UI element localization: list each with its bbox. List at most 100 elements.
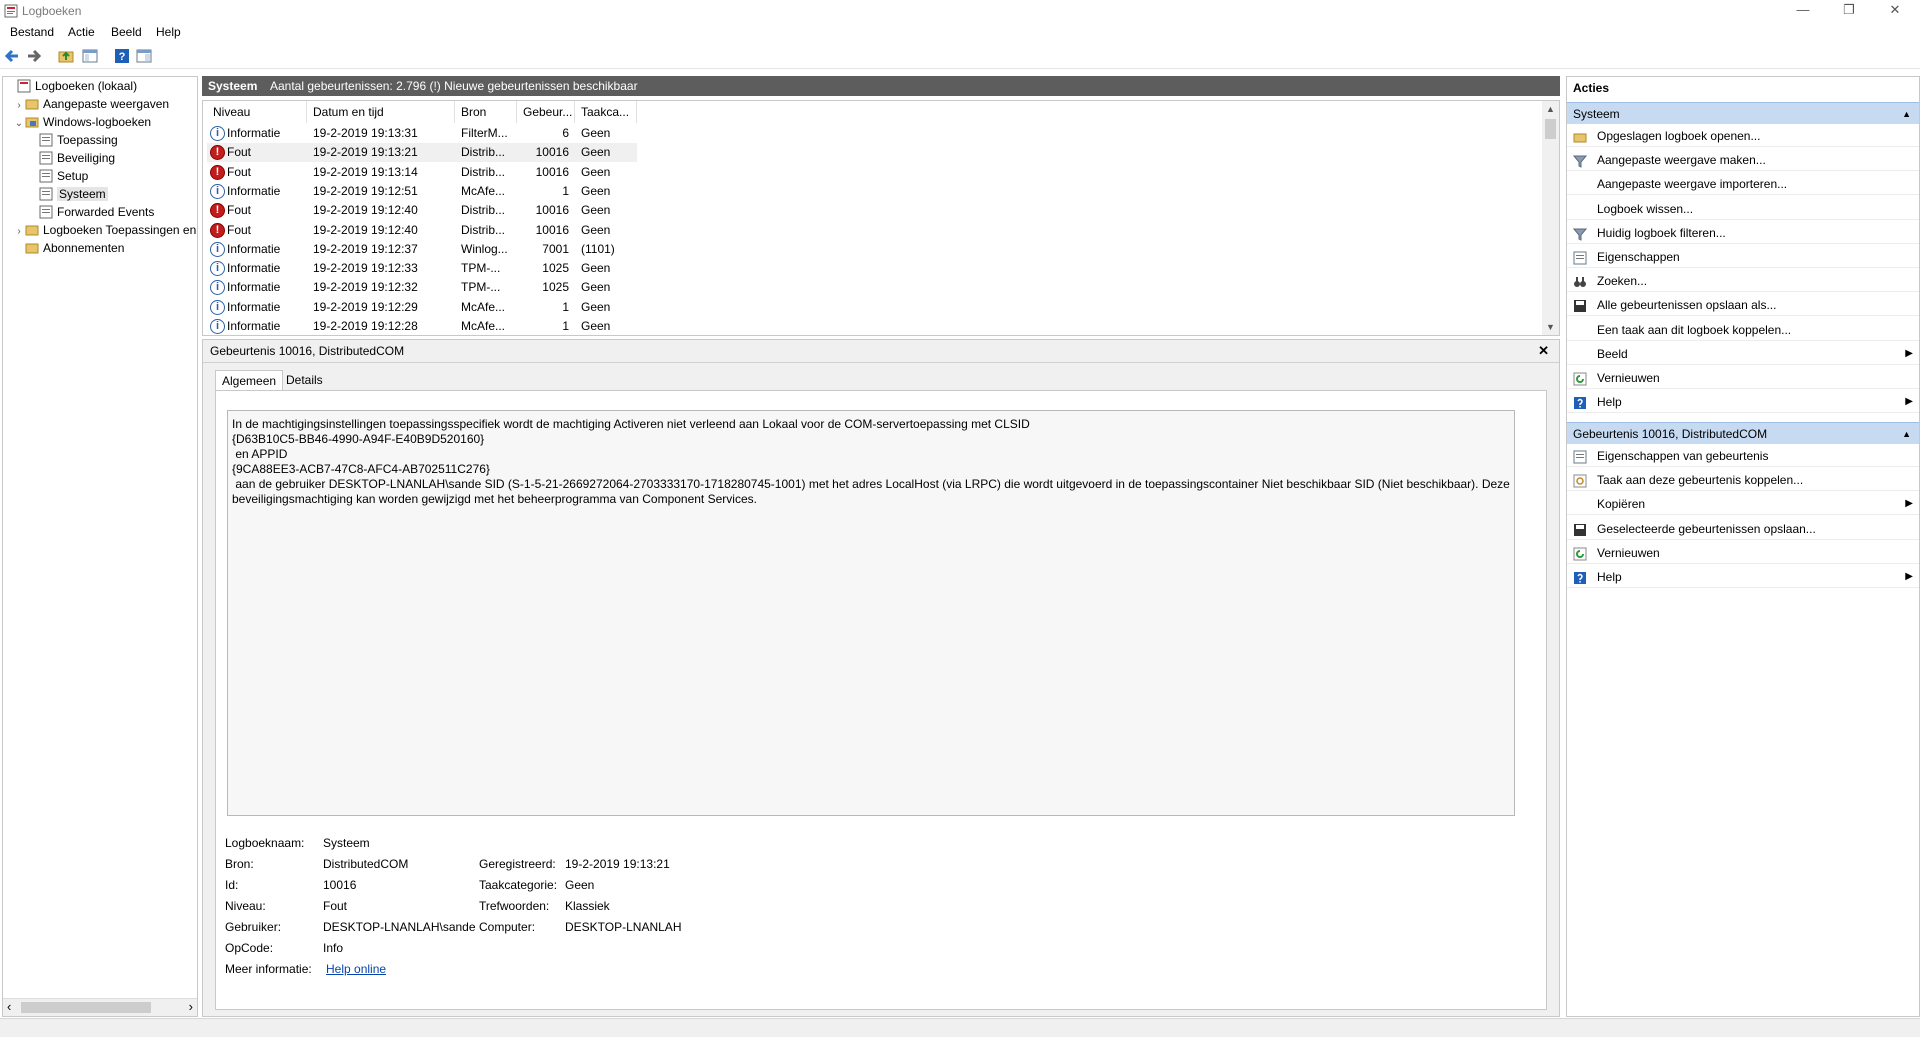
- tree-horizontal-scrollbar[interactable]: ‹ ›: [3, 998, 197, 1016]
- action-label: Eigenschappen: [1597, 250, 1680, 264]
- cell-level: Fout: [227, 145, 252, 160]
- table-row[interactable]: ! Fout 19-2-2019 19:13:14 Distrib... 10016 Ge…: [207, 163, 637, 182]
- action-item[interactable]: Alle gebeurtenissen opslaan als...: [1567, 294, 1919, 317]
- back-arrow-icon[interactable]: [4, 48, 20, 64]
- event-count: Aantal gebeurtenissen: 2.796 (!) Nieuwe …: [270, 79, 638, 93]
- action-label: Zoeken...: [1597, 274, 1648, 289]
- tree-node-subscriptions[interactable]: Abonnementen: [5, 239, 195, 257]
- cell-source: Distrib...: [461, 203, 506, 218]
- scroll-thumb[interactable]: [1545, 119, 1556, 139]
- table-row[interactable]: i Informatie 19-2-2019 19:12:37 Winlog... 70…: [207, 240, 637, 259]
- scroll-down-icon[interactable]: ▼: [1546, 322, 1555, 332]
- menu-bestand[interactable]: Bestand: [10, 25, 54, 39]
- action-item[interactable]: Aangepaste weergave maken...: [1567, 149, 1919, 172]
- table-row[interactable]: i Informatie 19-2-2019 19:12:33 TPM-... 1025…: [207, 259, 637, 278]
- minimize-button[interactable]: —: [1780, 0, 1826, 22]
- table-row[interactable]: ! Fout 19-2-2019 19:13:21 Distrib... 10016 Ge…: [207, 143, 637, 163]
- menu-actie[interactable]: Actie: [68, 25, 95, 39]
- action-item[interactable]: Help ▶: [1567, 391, 1919, 414]
- tab-algemeen[interactable]: Algemeen: [215, 370, 284, 391]
- events-vertical-scrollbar[interactable]: ▲ ▼: [1542, 101, 1559, 335]
- action-item[interactable]: Een taak aan dit logboek koppelen...: [1567, 319, 1919, 341]
- menu-beeld[interactable]: Beeld: [111, 25, 142, 39]
- restore-button[interactable]: ❐: [1826, 0, 1872, 22]
- tree-node-root[interactable]: Logboeken (lokaal): [5, 77, 195, 95]
- actions-section-event[interactable]: Gebeurtenis 10016, DistributedCOM ▲: [1567, 422, 1919, 444]
- col-niveau[interactable]: Niveau: [207, 101, 307, 123]
- binoculars-icon: [1573, 274, 1587, 288]
- refresh-icon: [1573, 371, 1587, 386]
- forward-arrow-icon[interactable]: [26, 48, 42, 64]
- table-row[interactable]: i Informatie 19-2-2019 19:12:51 McAfe... 1 Ge…: [207, 182, 637, 201]
- table-row[interactable]: i Informatie 19-2-2019 19:12:32 TPM-... 1025…: [207, 278, 637, 297]
- action-item[interactable]: Help ▶: [1567, 566, 1919, 588]
- action-label: Beeld: [1597, 346, 1628, 361]
- action-item[interactable]: Vernieuwen: [1567, 367, 1919, 389]
- action-item[interactable]: Taak aan deze gebeurtenis koppelen...: [1567, 469, 1919, 492]
- action-label: Opgeslagen logboek openen...: [1597, 129, 1761, 143]
- actions-pane: Acties Systeem ▲ Opgeslagen logboek open…: [1566, 76, 1920, 1017]
- col-gebeurtenis-id[interactable]: Gebeur...: [517, 101, 575, 123]
- scroll-left-icon[interactable]: ‹: [7, 999, 11, 1014]
- collapse-chevron-icon[interactable]: ⌄: [13, 115, 25, 133]
- cell-id: 1025: [542, 261, 569, 276]
- table-row[interactable]: ! Fout 19-2-2019 19:12:40 Distrib... 10016 Ge…: [207, 201, 637, 220]
- close-detail-icon[interactable]: ✕: [1538, 343, 1549, 359]
- cell-source: Distrib...: [461, 222, 506, 237]
- value-id: 10016: [323, 878, 357, 892]
- close-window-button[interactable]: ✕: [1872, 0, 1918, 22]
- cell-level: Informatie: [227, 126, 281, 140]
- col-bron[interactable]: Bron: [455, 101, 517, 123]
- help-online-link[interactable]: Help online: [326, 962, 386, 976]
- menu-help[interactable]: Help: [156, 25, 181, 39]
- label-logname: Logboeknaam:: [225, 836, 305, 850]
- action-item[interactable]: Kopiëren ▶: [1567, 493, 1919, 516]
- action-item[interactable]: Aangepaste weergave importeren...: [1567, 173, 1919, 196]
- tree-node-windows-logs[interactable]: ⌄ Windows-logboeken: [5, 113, 195, 131]
- cell-datetime: 19-2-2019 19:12:32: [313, 280, 418, 295]
- scroll-thumb[interactable]: [21, 1002, 151, 1013]
- folder-up-icon[interactable]: [58, 48, 74, 64]
- cell-source: McAfe...: [461, 319, 506, 333]
- log-icon: [39, 187, 53, 201]
- show-hide-console-tree-icon[interactable]: [82, 48, 98, 64]
- help-icon[interactable]: ?: [114, 48, 130, 64]
- actions-section-systeem[interactable]: Systeem ▲: [1567, 102, 1919, 124]
- folder-icon: [25, 115, 39, 129]
- tree-node-toepassing[interactable]: Toepassing: [5, 131, 195, 149]
- tree-node-setup[interactable]: Setup: [5, 167, 195, 185]
- cell-task: Geen: [581, 261, 611, 276]
- action-item[interactable]: Vernieuwen: [1567, 542, 1919, 564]
- action-item[interactable]: Eigenschappen van gebeurtenis: [1567, 445, 1919, 467]
- table-row[interactable]: ! Fout 19-2-2019 19:12:40 Distrib... 10016 Ge…: [207, 221, 637, 240]
- properties-icon[interactable]: [136, 48, 152, 64]
- table-row[interactable]: i Informatie 19-2-2019 19:12:28 McAfe... 1 Ge…: [207, 317, 637, 335]
- action-item[interactable]: Opgeslagen logboek openen...: [1567, 125, 1919, 147]
- value-level: Fout: [323, 899, 348, 913]
- action-item[interactable]: Huidig logboek filteren...: [1567, 222, 1919, 244]
- action-item[interactable]: Beeld ▶: [1567, 343, 1919, 365]
- scroll-right-icon[interactable]: ›: [189, 999, 193, 1014]
- expand-chevron-icon[interactable]: ›: [13, 223, 25, 241]
- save-icon: [1573, 522, 1587, 536]
- title-bar: Logboeken — ❐ ✕: [0, 0, 1920, 22]
- table-row[interactable]: i Informatie 19-2-2019 19:12:29 McAfe... 1 Ge…: [207, 298, 637, 317]
- action-item[interactable]: Zoeken...: [1567, 270, 1919, 293]
- action-item[interactable]: Geselecteerde gebeurtenissen opslaan...: [1567, 518, 1919, 540]
- col-taakcategorie[interactable]: Taakca...: [575, 101, 637, 123]
- tree-node-app-logs[interactable]: › Logboeken Toepassingen en: [5, 221, 196, 241]
- cell-source: Distrib...: [461, 145, 506, 160]
- tree-node-beveiliging[interactable]: Beveiliging: [5, 149, 195, 167]
- action-item[interactable]: Logboek wissen...: [1567, 198, 1919, 220]
- tree-node-forwarded-events[interactable]: Forwarded Events: [5, 203, 195, 221]
- tree-node-systeem[interactable]: Systeem: [5, 185, 195, 203]
- scroll-up-icon[interactable]: ▲: [1546, 104, 1555, 114]
- action-item[interactable]: Eigenschappen: [1567, 246, 1919, 268]
- tab-details[interactable]: Details: [280, 370, 329, 390]
- col-datum[interactable]: Datum en tijd: [307, 101, 455, 123]
- collapse-icon[interactable]: ▲: [1902, 423, 1911, 445]
- collapse-icon[interactable]: ▲: [1902, 103, 1911, 125]
- tree-node-custom-views[interactable]: › Aangepaste weergaven: [5, 95, 195, 113]
- info-icon: i: [210, 183, 225, 199]
- table-row[interactable]: i Informatie 19-2-2019 19:13:31 FilterM... 6…: [207, 124, 637, 143]
